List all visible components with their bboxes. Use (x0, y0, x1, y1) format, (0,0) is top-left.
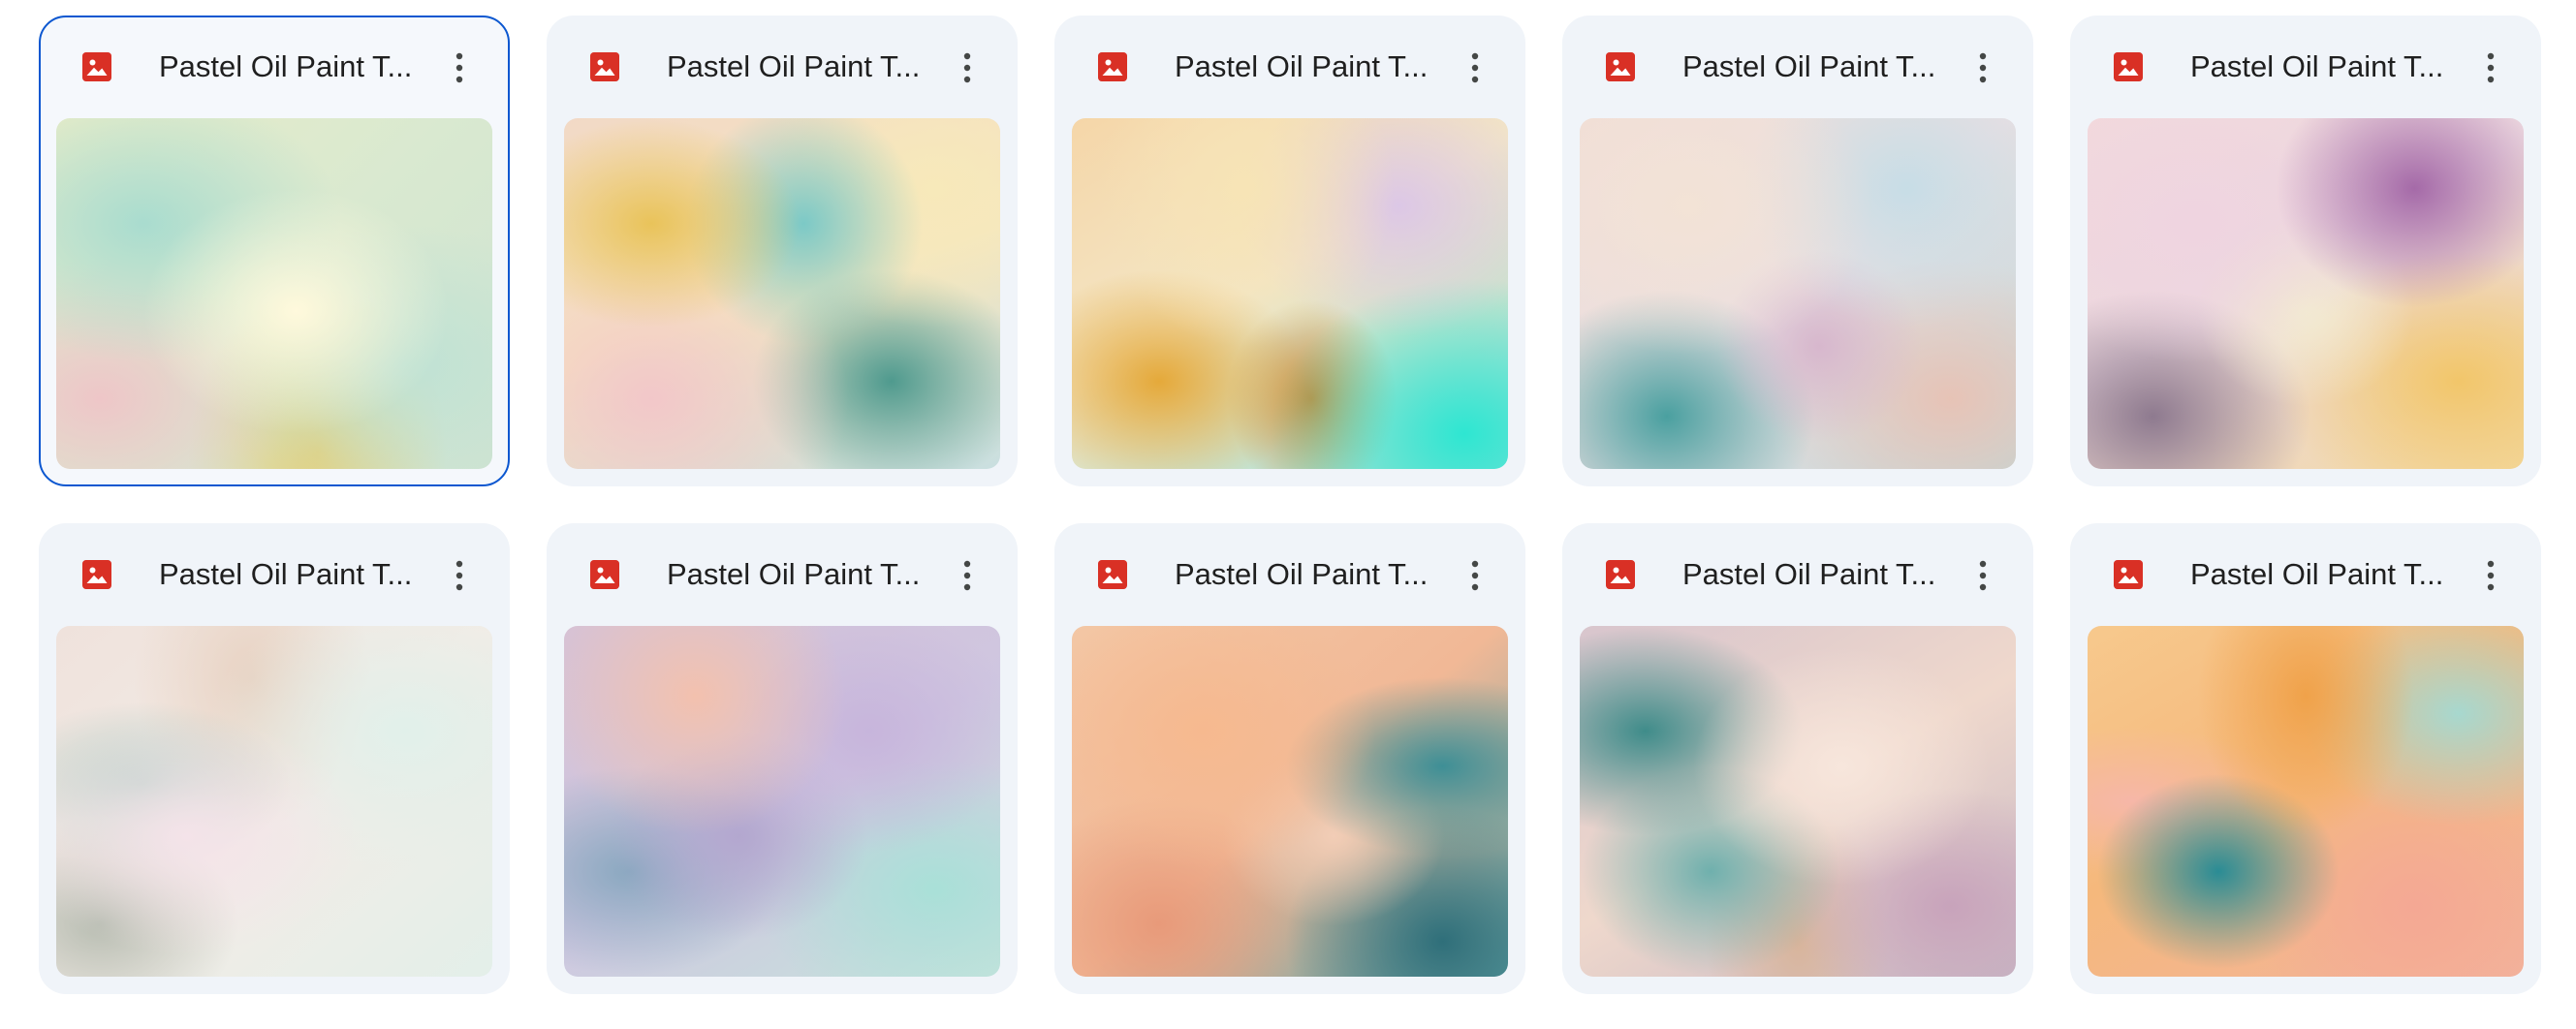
file-thumbnail[interactable] (1072, 118, 1508, 469)
file-card-header: Pastel Oil Paint T... (41, 17, 508, 120)
file-card[interactable]: Pastel Oil Paint T... (2070, 523, 2541, 994)
more-actions-button[interactable] (2464, 548, 2518, 603)
more-actions-button[interactable] (432, 548, 487, 603)
more-vert-icon (456, 52, 463, 83)
file-card[interactable]: Pastel Oil Paint T... (547, 523, 1018, 994)
more-actions-button[interactable] (1448, 41, 1502, 95)
file-card[interactable]: Pastel Oil Paint T... (1054, 16, 1525, 486)
more-actions-button[interactable] (940, 548, 994, 603)
file-card[interactable]: Pastel Oil Paint T... (547, 16, 1018, 486)
file-card-header: Pastel Oil Paint T... (1562, 16, 2033, 118)
file-card[interactable]: Pastel Oil Paint T... (1562, 523, 2033, 994)
more-actions-button[interactable] (1956, 548, 2010, 603)
file-thumbnail[interactable] (2088, 626, 2524, 977)
more-vert-icon (963, 560, 971, 591)
more-vert-icon (2487, 560, 2495, 591)
file-card[interactable]: Pastel Oil Paint T... (2070, 16, 2541, 486)
file-card-header: Pastel Oil Paint T... (1054, 523, 1525, 626)
image-file-icon (2114, 52, 2143, 81)
more-actions-button[interactable] (432, 41, 487, 95)
image-file-icon (590, 52, 619, 81)
file-title: Pastel Oil Paint T... (1682, 49, 1936, 83)
file-thumbnail[interactable] (56, 118, 492, 469)
file-title: Pastel Oil Paint T... (2190, 557, 2444, 591)
more-vert-icon (2487, 52, 2495, 83)
more-vert-icon (1471, 52, 1479, 83)
file-card[interactable]: Pastel Oil Paint T... (39, 523, 510, 994)
file-card-header: Pastel Oil Paint T... (547, 16, 1018, 118)
more-actions-button[interactable] (1956, 41, 2010, 95)
file-card-header: Pastel Oil Paint T... (2070, 16, 2541, 118)
file-title: Pastel Oil Paint T... (159, 49, 413, 83)
file-card[interactable]: Pastel Oil Paint T... (39, 16, 510, 486)
file-thumbnail[interactable] (2088, 118, 2524, 469)
more-actions-button[interactable] (2464, 41, 2518, 95)
image-file-icon (1098, 560, 1127, 589)
file-grid: Pastel Oil Paint T... Pastel Oil Paint T… (39, 16, 2541, 994)
more-vert-icon (1979, 560, 1987, 591)
file-card-header: Pastel Oil Paint T... (1054, 16, 1525, 118)
file-title: Pastel Oil Paint T... (1175, 49, 1429, 83)
file-title: Pastel Oil Paint T... (1175, 557, 1429, 591)
image-file-icon (82, 560, 111, 589)
more-actions-button[interactable] (1448, 548, 1502, 603)
file-card-header: Pastel Oil Paint T... (2070, 523, 2541, 626)
more-vert-icon (1979, 52, 1987, 83)
more-vert-icon (963, 52, 971, 83)
more-vert-icon (1471, 560, 1479, 591)
file-title: Pastel Oil Paint T... (667, 49, 921, 83)
file-card-header: Pastel Oil Paint T... (547, 523, 1018, 626)
file-thumbnail[interactable] (1580, 118, 2016, 469)
image-file-icon (1606, 560, 1635, 589)
file-thumbnail[interactable] (564, 118, 1000, 469)
more-actions-button[interactable] (940, 41, 994, 95)
image-file-icon (82, 52, 111, 81)
file-thumbnail[interactable] (564, 626, 1000, 977)
image-file-icon (1606, 52, 1635, 81)
file-card[interactable]: Pastel Oil Paint T... (1562, 16, 2033, 486)
image-file-icon (1098, 52, 1127, 81)
file-card[interactable]: Pastel Oil Paint T... (1054, 523, 1525, 994)
file-title: Pastel Oil Paint T... (2190, 49, 2444, 83)
image-file-icon (590, 560, 619, 589)
file-thumbnail[interactable] (1580, 626, 2016, 977)
file-thumbnail[interactable] (56, 626, 492, 977)
image-file-icon (2114, 560, 2143, 589)
file-title: Pastel Oil Paint T... (159, 557, 413, 591)
file-card-header: Pastel Oil Paint T... (39, 523, 510, 626)
file-title: Pastel Oil Paint T... (667, 557, 921, 591)
file-thumbnail[interactable] (1072, 626, 1508, 977)
file-title: Pastel Oil Paint T... (1682, 557, 1936, 591)
more-vert-icon (456, 560, 463, 591)
file-card-header: Pastel Oil Paint T... (1562, 523, 2033, 626)
